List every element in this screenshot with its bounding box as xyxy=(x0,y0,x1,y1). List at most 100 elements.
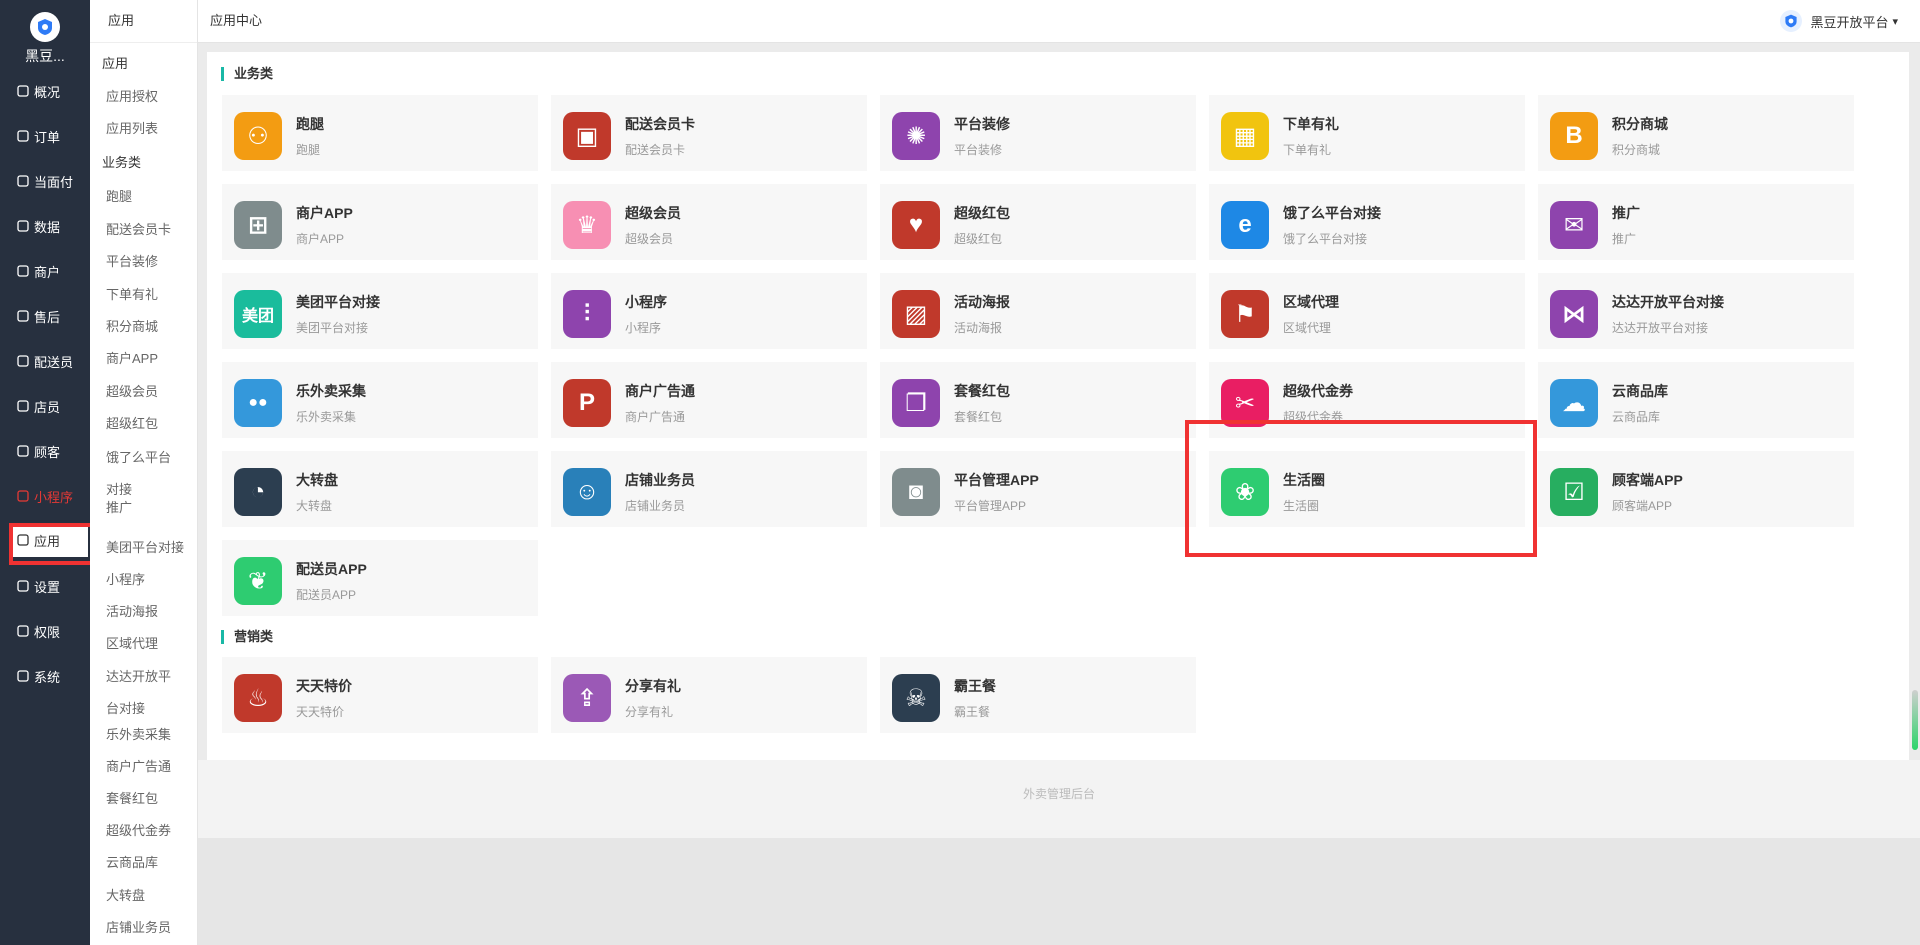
brand[interactable]: 黑豆... xyxy=(0,0,90,72)
app-card[interactable]: ❦ 配送员APP 配送员APP xyxy=(222,540,538,616)
nav-item-customer[interactable]: 顾客 xyxy=(0,435,90,467)
app-name: 小程序 xyxy=(625,294,667,310)
subnav-item[interactable]: 推广 xyxy=(90,500,198,516)
nav-item-gear[interactable]: 设置 xyxy=(0,570,90,602)
palette-icon: ✺ xyxy=(892,112,940,160)
nav-item-pay[interactable]: 当面付 xyxy=(0,165,90,197)
app-icon-glyph: ⇪ xyxy=(576,684,598,712)
app-icon-glyph: ⚇ xyxy=(247,122,269,150)
subnav-item[interactable]: 达达开放平台对接 xyxy=(90,661,186,725)
subnav-item[interactable]: 大转盘 xyxy=(90,888,198,904)
subnav-item[interactable]: 应用列表 xyxy=(90,121,198,137)
app-icon-glyph: ❐ xyxy=(905,389,927,417)
app-icon-glyph: ✺ xyxy=(905,122,927,150)
subnav-item[interactable]: 下单有礼 xyxy=(90,287,198,303)
nav-item-clerk[interactable]: 店员 xyxy=(0,390,90,422)
subnav-item[interactable]: 活动海报 xyxy=(90,604,198,620)
subnav-item[interactable]: 小程序 xyxy=(90,572,198,588)
gear-icon xyxy=(16,579,30,593)
app-card[interactable]: ☁ 云商品库 云商品库 xyxy=(1538,362,1854,438)
app-name: 乐外卖采集 xyxy=(296,383,366,399)
nav-item-apps[interactable]: 应用 xyxy=(12,523,88,557)
flag-icon: ⚑ xyxy=(1221,290,1269,338)
app-description: 商户广告通 xyxy=(625,410,686,424)
app-icon-glyph: ♨ xyxy=(247,684,269,712)
app-card[interactable]: e 饿了么平台对接 饿了么平台对接 xyxy=(1209,184,1525,260)
app-card[interactable]: ❐ 套餐红包 套餐红包 xyxy=(880,362,1196,438)
app-name: 跑腿 xyxy=(296,116,324,132)
app-description: 生活圈 xyxy=(1283,499,1320,513)
nav-item-lock[interactable]: 权限 xyxy=(0,615,90,647)
app-name: 平台管理APP xyxy=(954,472,1039,488)
app-card[interactable]: ♛ 超级会员 超级会员 xyxy=(551,184,867,260)
subnav-item[interactable]: 云商品库 xyxy=(90,855,198,871)
app-card[interactable]: ✺ 平台装修 平台装修 xyxy=(880,95,1196,171)
app-card[interactable]: ▦ 下单有礼 下单有礼 xyxy=(1209,95,1525,171)
subnav-item[interactable]: 商户广告通 xyxy=(90,759,198,775)
subnav-item[interactable]: 美团平台对接 xyxy=(90,540,198,556)
app-card[interactable]: ▣ 配送会员卡 配送会员卡 xyxy=(551,95,867,171)
app-description: 平台装修 xyxy=(954,143,1003,157)
app-icon-glyph: ✉ xyxy=(1563,211,1585,239)
app-card[interactable]: ◙ 平台管理APP 平台管理APP xyxy=(880,451,1196,527)
subnav-item[interactable]: 店铺业务员 xyxy=(90,920,198,936)
app-description: 商户APP xyxy=(296,232,345,246)
nav-item-courier[interactable]: 配送员 xyxy=(0,345,90,377)
app-card[interactable]: ✂ 超级代金券 超级代金券 xyxy=(1209,362,1525,438)
app-card[interactable]: P 商户广告通 商户广告通 xyxy=(551,362,867,438)
scrollbar[interactable] xyxy=(1912,690,1918,750)
subnav-item[interactable]: 套餐红包 xyxy=(90,791,198,807)
app-card[interactable]: ⫶ 小程序 小程序 xyxy=(551,273,867,349)
app-icon-glyph: ☁ xyxy=(1562,389,1586,417)
subnav-item[interactable]: 应用授权 xyxy=(90,89,198,105)
nav-item-dashboard[interactable]: 概况 xyxy=(0,75,90,107)
nav-item-shop[interactable]: 商户 xyxy=(0,255,90,287)
app-description: 饿了么平台对接 xyxy=(1283,232,1368,246)
app-description: 天天特价 xyxy=(296,705,345,719)
app-card[interactable]: ♥ 超级红包 超级红包 xyxy=(880,184,1196,260)
app-card[interactable]: ◔ 大转盘 大转盘 xyxy=(222,451,538,527)
app-name: 套餐红包 xyxy=(954,383,1010,399)
app-card[interactable]: ⚇ 跑腿 跑腿 xyxy=(222,95,538,171)
subnav-item[interactable]: 超级红包 xyxy=(90,416,198,432)
app-card[interactable]: ⊞ 商户APP 商户APP xyxy=(222,184,538,260)
nav-item-miniprogram[interactable]: 小程序 xyxy=(0,480,90,512)
system-icon xyxy=(16,669,30,683)
app-card[interactable]: ☑ 顾客端APP 顾客端APP xyxy=(1538,451,1854,527)
nav-item-aftersale[interactable]: 售后 xyxy=(0,300,90,332)
app-description: 积分商城 xyxy=(1612,143,1661,157)
subnav-item[interactable]: 超级代金券 xyxy=(90,823,198,839)
app-card[interactable]: ☺ 店铺业务员 店铺业务员 xyxy=(551,451,867,527)
app-card[interactable]: ●● 乐外卖采集 乐外卖采集 xyxy=(222,362,538,438)
subnav-item[interactable]: 区域代理 xyxy=(90,636,198,652)
app-card[interactable]: ☠ 霸王餐 霸王餐 xyxy=(880,657,1196,733)
app-description: 配送员APP xyxy=(296,588,357,602)
app-card[interactable]: B 积分商城 积分商城 xyxy=(1538,95,1854,171)
app-card[interactable]: 美团 美团平台对接 美团平台对接 xyxy=(222,273,538,349)
customer-icon xyxy=(16,444,30,458)
subnav-item[interactable]: 饿了么平台对接 xyxy=(90,442,184,506)
app-icon-glyph: e xyxy=(1238,211,1252,238)
subnav-header: 应用 xyxy=(90,0,197,43)
app-description: 活动海报 xyxy=(954,321,1003,335)
subnav-item[interactable]: 商户APP xyxy=(90,351,198,367)
app-description: 大转盘 xyxy=(296,499,333,513)
app-description: 配送会员卡 xyxy=(625,143,686,157)
nav-item-chart[interactable]: 数据 xyxy=(0,210,90,242)
app-card[interactable]: ⚑ 区域代理 区域代理 xyxy=(1209,273,1525,349)
app-card[interactable]: ✉ 推广 推广 xyxy=(1538,184,1854,260)
app-card[interactable]: ⋈ 达达开放平台对接 达达开放平台对接 xyxy=(1538,273,1854,349)
subnav-item[interactable]: 乐外卖采集 xyxy=(90,727,198,743)
nav-item-system[interactable]: 系统 xyxy=(0,660,90,692)
subnav-item[interactable]: 超级会员 xyxy=(90,384,198,400)
subnav-item[interactable]: 平台装修 xyxy=(90,254,198,270)
app-card[interactable]: ♨ 天天特价 天天特价 xyxy=(222,657,538,733)
app-card[interactable]: ⇪ 分享有礼 分享有礼 xyxy=(551,657,867,733)
subnav-item[interactable]: 积分商城 xyxy=(90,319,198,335)
nav-item-order[interactable]: 订单 xyxy=(0,120,90,152)
app-card[interactable]: ❀ 生活圈 生活圈 xyxy=(1209,451,1525,527)
subnav-item[interactable]: 配送会员卡 xyxy=(90,222,198,238)
subnav-item[interactable]: 跑腿 xyxy=(90,189,198,205)
user-menu[interactable]: 黑豆开放平台 ▾ xyxy=(1780,0,1898,42)
app-card[interactable]: ▨ 活动海报 活动海报 xyxy=(880,273,1196,349)
